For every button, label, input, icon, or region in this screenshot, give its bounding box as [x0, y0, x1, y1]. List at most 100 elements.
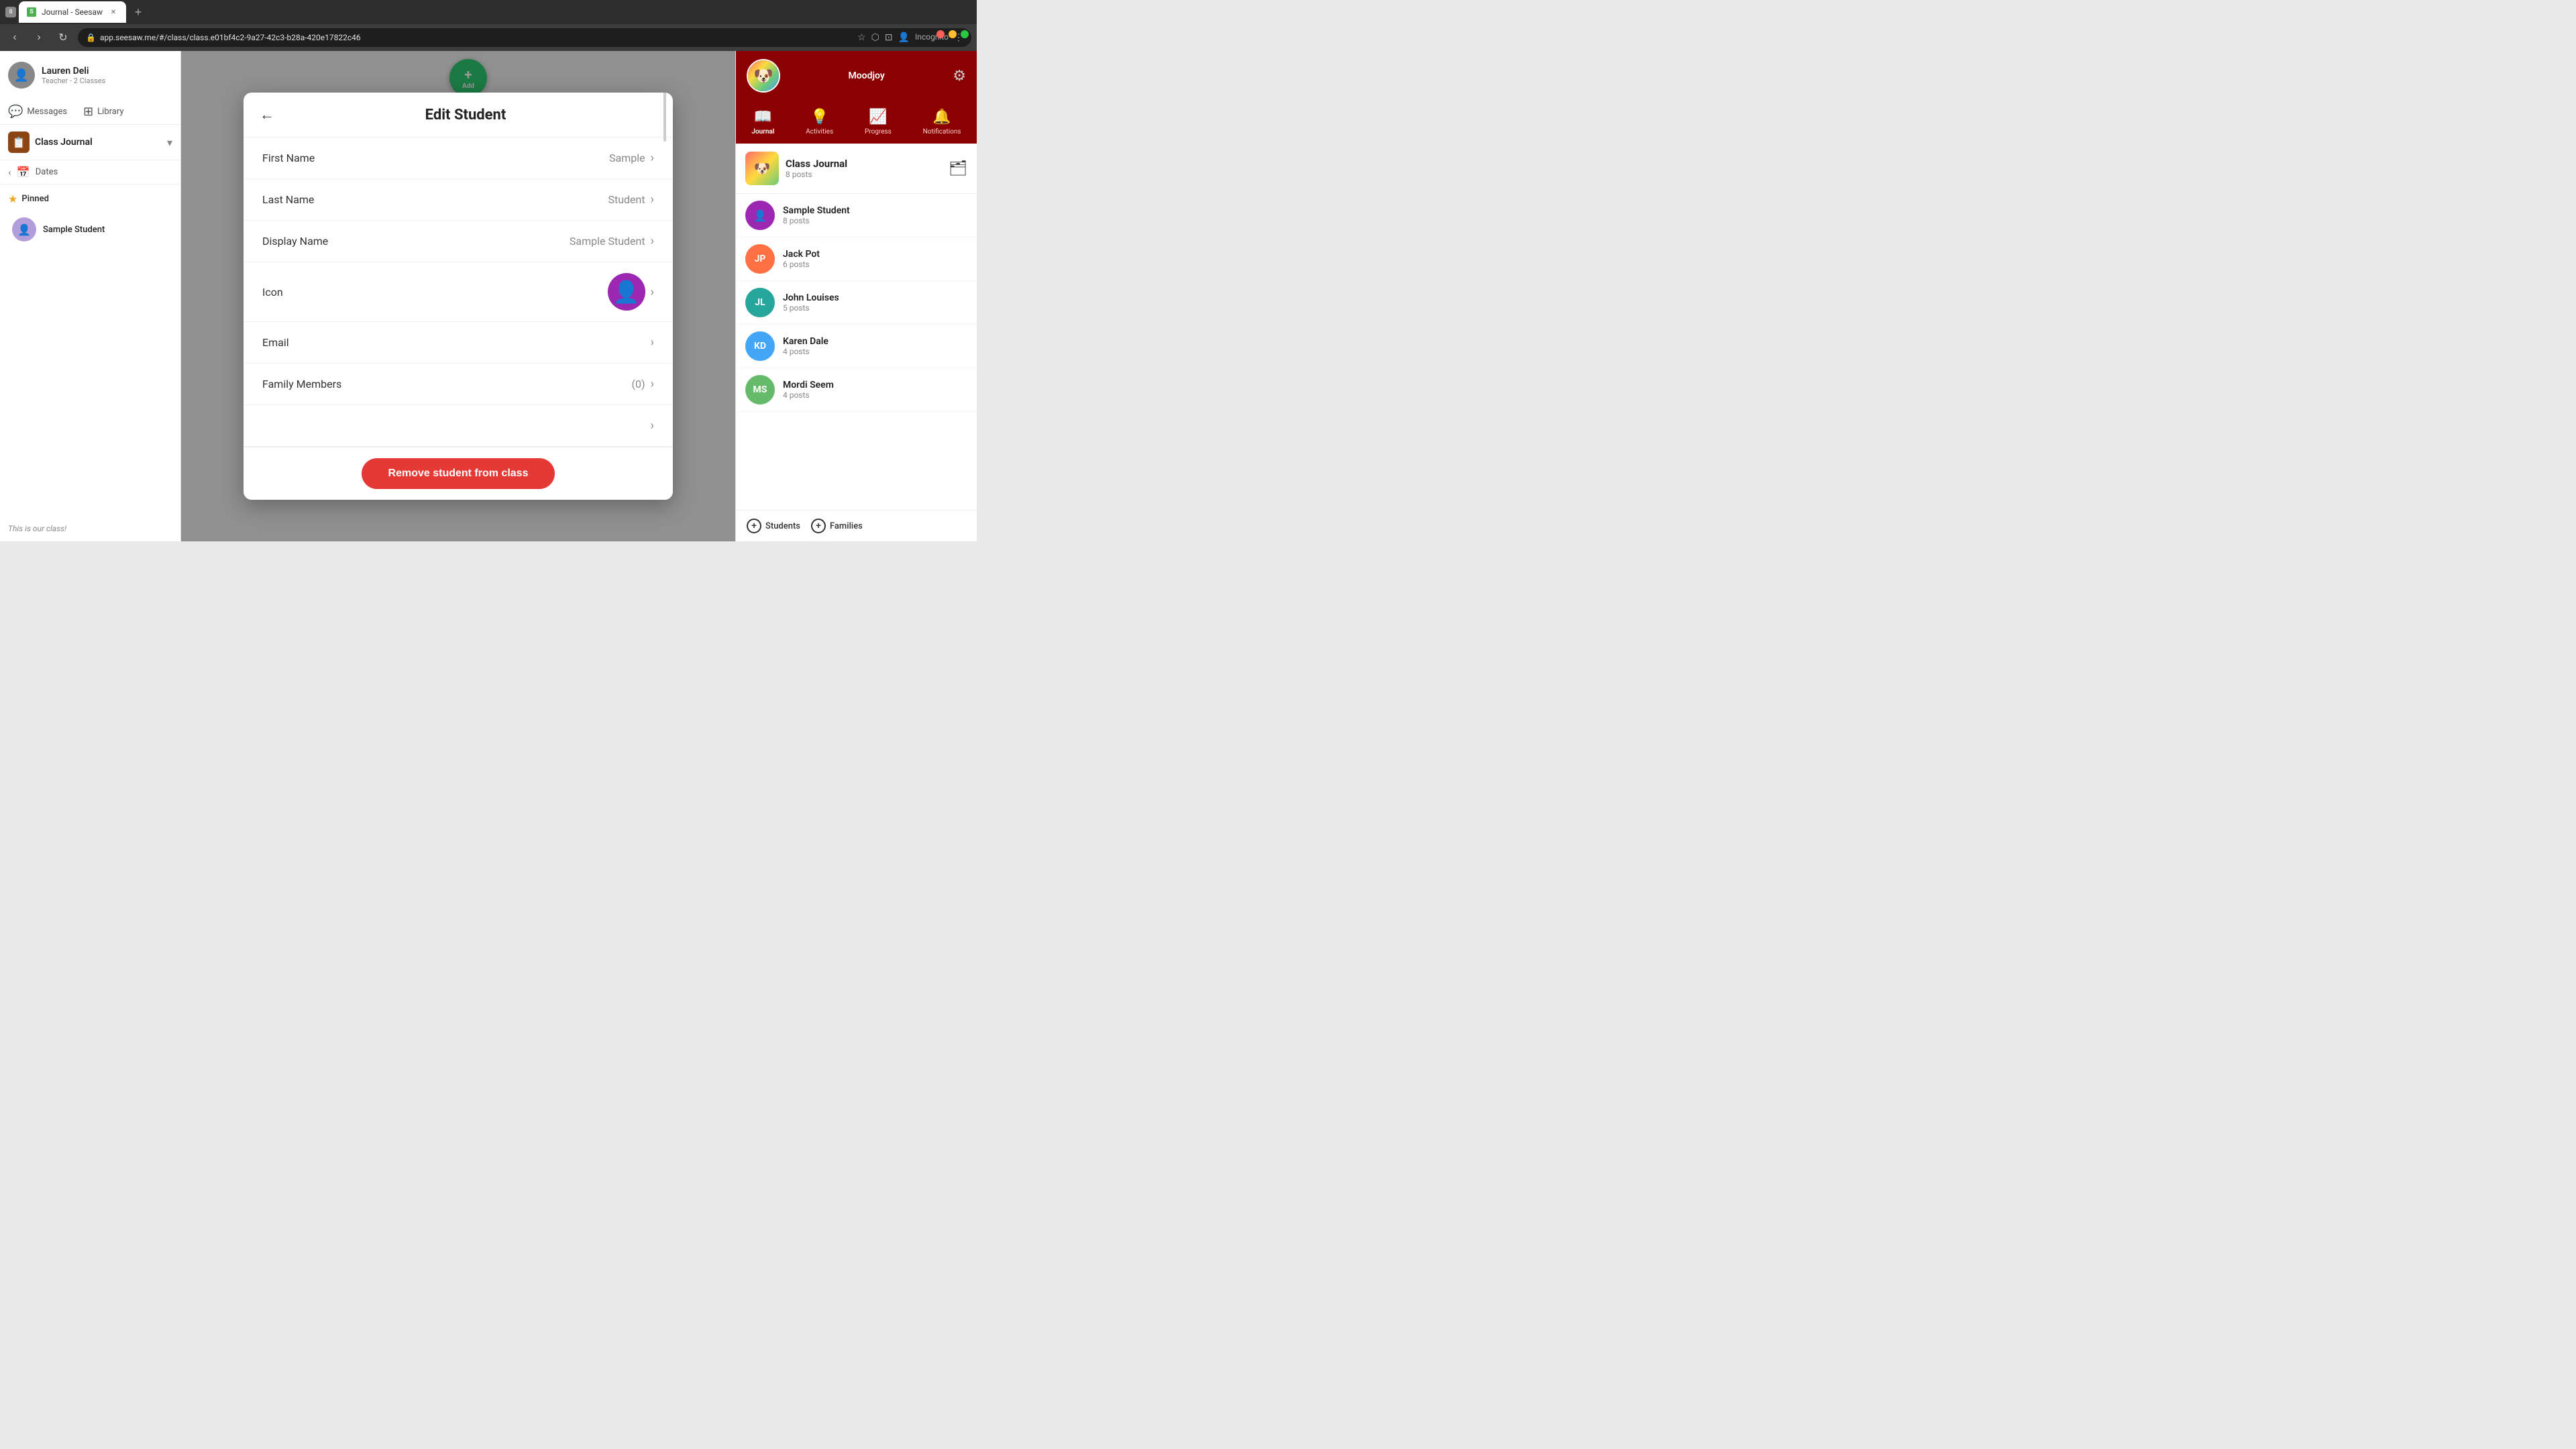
right-top-header: 🐶 Moodjoy ⚙ — [736, 51, 977, 101]
student-list-item-karen[interactable]: KD Karen Dale 4 posts — [736, 325, 977, 368]
progress-nav-item[interactable]: 📈 Progress — [857, 106, 900, 138]
student-list-name-mordi: Mordi Seem — [783, 380, 967, 390]
families-button[interactable]: + Families — [811, 519, 863, 533]
left-sidebar: 👤 Lauren Deli Teacher - 2 Classes 💬 Mess… — [0, 51, 181, 541]
icon-row[interactable]: Icon 👤 › — [244, 262, 673, 322]
address-bar[interactable]: 🔒 app.seesaw.me/#/class/class.e01bf4c2-9… — [78, 28, 971, 47]
close-window-button[interactable] — [936, 30, 945, 38]
students-button[interactable]: + Students — [747, 519, 800, 533]
student-list-name-sample: Sample Student — [783, 205, 967, 216]
student-list-info-jack: Jack Pot 6 posts — [783, 249, 967, 269]
extra-row[interactable]: › — [244, 405, 673, 447]
student-avatar-john: JL — [745, 288, 775, 317]
tab-title: Journal - Seesaw — [42, 7, 103, 17]
pinned-label: Pinned — [21, 194, 49, 204]
modal-overlay[interactable]: ← Edit Student First Name Sample › — [181, 51, 735, 541]
notifications-nav-icon: 🔔 — [932, 109, 951, 125]
first-name-row[interactable]: First Name Sample › — [244, 138, 673, 179]
student-list-name-karen: Karen Dale — [783, 336, 967, 347]
notifications-nav-item[interactable]: 🔔 Notifications — [915, 106, 969, 138]
activities-nav-item[interactable]: 💡 Activities — [798, 106, 841, 138]
student-list-item-mordi[interactable]: MS Mordi Seem 4 posts — [736, 368, 977, 412]
new-tab-button[interactable]: + — [129, 3, 148, 21]
student-list-posts-mordi: 4 posts — [783, 390, 967, 400]
modal-back-button[interactable]: ← — [260, 106, 274, 123]
extensions-icon[interactable]: ⬡ — [871, 32, 879, 43]
journal-posts: 8 posts — [786, 170, 942, 179]
library-icon: ⊞ — [83, 105, 93, 119]
right-sidebar: 🐶 Moodjoy ⚙ 📖 Journal 💡 Activities 📈 Pro… — [735, 51, 977, 541]
refresh-button[interactable]: ↻ — [54, 28, 72, 47]
calendar-icon: 📅 — [17, 166, 30, 178]
scroll-indicator — [663, 93, 666, 142]
display-name-value: Sample Student — [383, 235, 645, 248]
pinned-student-item[interactable]: 👤 Sample Student — [8, 212, 172, 247]
first-name-label: First Name — [262, 152, 383, 164]
library-label: Library — [97, 107, 123, 117]
messages-nav-item[interactable]: 💬 Messages — [8, 105, 67, 119]
display-name-chevron-icon: › — [651, 234, 654, 248]
journal-thumbnail: 🐶 — [745, 152, 779, 185]
class-journal-list-header: 🐶 Class Journal 8 posts 🗂 — [736, 144, 977, 194]
maximize-window-button[interactable] — [961, 30, 969, 38]
pinned-student-name: Sample Student — [43, 225, 105, 235]
moodjoy-avatar-inner: 🐶 — [748, 60, 779, 91]
back-button[interactable]: ‹ — [5, 28, 24, 47]
dates-label: Dates — [36, 167, 58, 177]
last-name-row[interactable]: Last Name Student › — [244, 179, 673, 221]
tab-group-icon[interactable]: 8 — [5, 7, 16, 17]
journal-folder-icon[interactable]: 🗂 — [949, 160, 967, 177]
progress-nav-icon: 📈 — [869, 109, 887, 125]
edit-student-modal: ← Edit Student First Name Sample › — [244, 93, 673, 500]
library-nav-item[interactable]: ⊞ Library — [83, 105, 123, 119]
student-list-name-john: John Louises — [783, 292, 967, 303]
family-members-value: (0) — [383, 378, 645, 390]
student-avatar-karen: KD — [745, 331, 775, 361]
user-info: Lauren Deli Teacher - 2 Classes — [42, 66, 172, 85]
star-icon[interactable]: ☆ — [857, 32, 866, 43]
student-list-item-jack[interactable]: JP Jack Pot 6 posts — [736, 237, 977, 281]
journal-nav-item[interactable]: 📖 Journal — [743, 106, 782, 138]
progress-nav-label: Progress — [865, 128, 892, 136]
moodjoy-avatar: 🐶 — [747, 59, 780, 93]
journal-title: Class Journal — [786, 158, 942, 170]
modal-header: ← Edit Student — [244, 93, 673, 138]
last-name-value: Student — [383, 193, 645, 206]
student-list-item-sample[interactable]: 👤 Sample Student 8 posts — [736, 194, 977, 237]
forward-button[interactable]: › — [30, 28, 48, 47]
student-list-posts-karen: 4 posts — [783, 347, 967, 356]
student-list-info-sample: Sample Student 8 posts — [783, 205, 967, 225]
modal-title: Edit Student — [274, 107, 657, 123]
families-label: Families — [830, 521, 863, 531]
class-chevron-icon: ▾ — [167, 136, 172, 149]
student-avatar-jack: JP — [745, 244, 775, 274]
browser-tab[interactable]: S Journal - Seesaw ✕ — [19, 1, 126, 23]
remove-student-button[interactable]: Remove student from class — [362, 458, 555, 489]
gear-icon[interactable]: ⚙ — [953, 68, 966, 85]
icon-label: Icon — [262, 286, 383, 299]
bottom-area: This is our class! — [0, 516, 180, 541]
display-name-row[interactable]: Display Name Sample Student › — [244, 221, 673, 262]
minimize-window-button[interactable] — [949, 30, 957, 38]
right-bottom-nav: 📖 Journal 💡 Activities 📈 Progress 🔔 Noti… — [736, 101, 977, 144]
split-view-icon[interactable]: ⊡ — [885, 32, 893, 43]
student-list-info-john: John Louises 5 posts — [783, 292, 967, 313]
student-avatar-mordi: MS — [745, 375, 775, 405]
main-content: 🔗 + Add ← Edit Student — [181, 51, 735, 541]
email-row[interactable]: Email › — [244, 322, 673, 364]
pinned-header: ★ Pinned — [8, 193, 172, 205]
chevron-left-icon[interactable]: ‹ — [8, 166, 11, 178]
student-avatar-sample: 👤 — [745, 201, 775, 230]
last-name-chevron-icon: › — [651, 193, 654, 207]
family-members-row[interactable]: Family Members (0) › — [244, 364, 673, 405]
student-icon-avatar: 👤 — [608, 273, 645, 311]
class-selector[interactable]: 📋 Class Journal ▾ — [0, 125, 180, 160]
profile-icon[interactable]: 👤 — [898, 32, 910, 43]
right-content: 🐶 Class Journal 8 posts 🗂 👤 Sample Stude… — [736, 144, 977, 510]
student-icon-figure: 👤 — [613, 279, 640, 305]
modal-footer: Remove student from class — [244, 447, 673, 500]
pinned-student-avatar: 👤 — [12, 217, 36, 241]
student-list-item-john[interactable]: JL John Louises 5 posts — [736, 281, 977, 325]
tab-close-button[interactable]: ✕ — [109, 7, 118, 17]
dates-bar: ‹ 📅 Dates — [0, 160, 180, 184]
